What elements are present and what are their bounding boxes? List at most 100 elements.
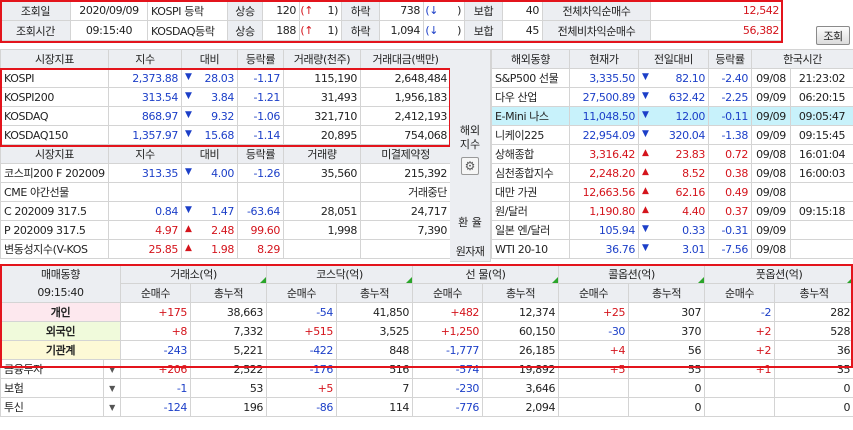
- overseas-time: [789, 239, 853, 259]
- down-arrow-icon: ▼: [185, 109, 192, 120]
- overseas-price: 27,500.89: [569, 87, 639, 107]
- table-row[interactable]: 개인 +175 38,663 -54 41,850 +482 12,374 +25 307 -2 2…: [0, 302, 853, 322]
- index-name[interactable]: KOSPI: [0, 68, 109, 88]
- derivative-name[interactable]: 변동성지수(V-KOS: [0, 239, 109, 259]
- derivative-change: 1.47: [211, 204, 234, 218]
- overseas-name[interactable]: S&P500 선물: [491, 68, 570, 88]
- overseas-time: 21:23:02: [789, 68, 853, 88]
- trend-group-row: 매매동향 09:15:40 거래소(억) 코스닥(억) 선 물(억) 콜옵션(억)…: [0, 264, 853, 303]
- overseas-change-rate: -1.38: [708, 125, 752, 145]
- commodity-tab[interactable]: 원자재: [450, 243, 490, 259]
- overseas-name[interactable]: WTI 20-10: [491, 239, 570, 259]
- overseas-name[interactable]: 니케이225: [491, 125, 570, 145]
- group-put-options[interactable]: 풋옵션(억): [704, 264, 853, 284]
- investor-name[interactable]: 기관계: [0, 340, 121, 360]
- table-row[interactable]: 기관계 -243 5,221 -422 848 -1,777 26,185 +4 56 +2 36: [0, 340, 853, 360]
- table-row[interactable]: KOSDAQ 868.97 ▼ 9.32 -1.06 321,710 2,412,193: [0, 106, 451, 126]
- chevron-down-icon[interactable]: ▼: [103, 359, 121, 379]
- cumulative-value: 36: [774, 340, 853, 360]
- group-kosdaq[interactable]: 코스닥(억): [266, 264, 414, 284]
- table-row[interactable]: 일본 엔/달러 105.94 ▼ 0.33 -0.31 09/09: [491, 220, 853, 240]
- table-row[interactable]: KOSPI 2,373.88 ▼ 28.03 -1.17 115,190 2,648,484: [0, 68, 451, 88]
- table-row[interactable]: 원/달러 1,190.80 ▲ 4.40 0.37 09/09 09:15:18: [491, 201, 853, 221]
- investor-name[interactable]: 보험: [0, 378, 104, 398]
- overseas-time: 09:15:18: [789, 201, 853, 221]
- summary-row-kospi: 조회일 2020/09/09 KOSPI 등락 상승 120 (↑ 1) 하락 …: [0, 0, 783, 21]
- non-arbitrage-net-label: 전체비차익순매수: [542, 20, 651, 41]
- derivative-change: 2.48: [211, 223, 234, 237]
- net-buy-value: [704, 397, 776, 417]
- query-date-value[interactable]: 2020/09/09: [70, 0, 148, 21]
- net-buy-value: -2: [704, 302, 776, 322]
- index-value: 868.97: [108, 106, 182, 126]
- derivative-name[interactable]: CME 야간선물: [0, 182, 109, 202]
- overseas-name[interactable]: 대만 가권: [491, 182, 570, 202]
- group-call-options[interactable]: 콜옵션(억): [558, 264, 706, 284]
- overseas-index-tab[interactable]: 해외 지수: [450, 124, 490, 152]
- table-row[interactable]: KOSDAQ150 1,357.97 ▼ 15.68 -1.14 20,895 754,06…: [0, 125, 451, 145]
- investor-name[interactable]: 개인: [0, 302, 121, 322]
- overseas-name[interactable]: 일본 엔/달러: [491, 220, 570, 240]
- net-buy-value: -1,777: [412, 340, 484, 360]
- table-row[interactable]: S&P500 선물 3,335.50 ▼ 82.10 -2.40 09/08 21:23:0…: [491, 68, 853, 88]
- table-row[interactable]: 니케이225 22,954.09 ▼ 320.04 -1.38 09/09 09:15:45: [491, 125, 853, 145]
- table-row[interactable]: E-Mini 나스 11,048.50 ▼ 12.00 -0.11 09/09 09:05:…: [491, 106, 853, 126]
- group-futures[interactable]: 선 물(억): [412, 264, 560, 284]
- kosdaq-breadth-label: KOSDAQ등락: [147, 20, 228, 41]
- derivative-change-cell: ▲ 1.98: [181, 239, 238, 259]
- table-row[interactable]: 대만 가권 12,663.56 ▲ 62.16 0.49 09/08: [491, 182, 853, 202]
- table-row[interactable]: WTI 20-10 36.76 ▼ 3.01 -7.56 09/08: [491, 239, 853, 259]
- index-name[interactable]: KOSDAQ150: [0, 125, 109, 145]
- arbitrage-net-value: 12,542: [650, 0, 783, 21]
- derivative-name[interactable]: 코스피200 F 202009: [0, 163, 109, 183]
- table-row[interactable]: 다우 산업 27,500.89 ▼ 632.42 -2.25 09/09 06:20:15: [491, 87, 853, 107]
- overseas-name[interactable]: 심천종합지수: [491, 163, 570, 183]
- overseas-change-cell: ▲ 8.52: [638, 163, 709, 183]
- overseas-name[interactable]: 상해종합: [491, 144, 570, 164]
- group-kospi-exchange[interactable]: 거래소(억): [119, 264, 268, 284]
- chevron-down-icon[interactable]: ▼: [103, 378, 121, 398]
- table-row[interactable]: 심천종합지수 2,248.20 ▲ 8.52 0.38 09/08 16:00:03: [491, 163, 853, 183]
- table-row[interactable]: 외국인 +8 7,332 +515 3,525 +1,250 60,150 -30 370 +2 5…: [0, 321, 853, 341]
- table-row[interactable]: 코스피200 F 202009 313.35 ▼ 4.00 -1.26 35,560 215…: [0, 163, 451, 183]
- trading-trend-table: 매매동향 09:15:40 거래소(억) 코스닥(억) 선 물(억) 콜옵션(억)…: [0, 264, 853, 417]
- cumulative-value: 53: [189, 378, 268, 398]
- derivative-name[interactable]: C 202009 317.5: [0, 201, 109, 221]
- investor-name[interactable]: 투신: [0, 397, 104, 417]
- derivative-change-rate: [237, 182, 284, 202]
- overseas-change-rate: 0.49: [708, 182, 752, 202]
- overseas-time: 09:05:47: [789, 106, 853, 126]
- overseas-name[interactable]: 다우 산업: [491, 87, 570, 107]
- derivative-change: 4.00: [211, 166, 234, 180]
- kosdaq-advance-count: 188: [262, 20, 300, 41]
- gear-icon[interactable]: ⚙: [461, 157, 479, 175]
- derivative-name[interactable]: P 202009 317.5: [0, 220, 109, 240]
- net-buy-value: -30: [558, 321, 630, 341]
- query-time-value[interactable]: 09:15:40: [70, 20, 148, 41]
- index-name[interactable]: KOSPI200: [0, 87, 109, 107]
- investor-name[interactable]: 금융투자: [0, 359, 104, 379]
- index-name[interactable]: KOSDAQ: [0, 106, 109, 126]
- overseas-side-panel: 해외 지수 ⚙ 환 율 원자재: [450, 49, 491, 262]
- table-row[interactable]: 보험 ▼ -1 53 +5 7 -230 3,646 0 0: [0, 378, 853, 398]
- col-cumulative: 총누적: [189, 283, 268, 303]
- table-row[interactable]: P 202009 317.5 4.97 ▲ 2.48 99.60 1,998 7,390: [0, 220, 451, 240]
- overseas-name[interactable]: E-Mini 나스: [491, 106, 570, 126]
- refresh-button[interactable]: 조회: [816, 26, 850, 45]
- table-row[interactable]: 변동성지수(V-KOS 25.85 ▲ 1.98 8.29: [0, 239, 451, 259]
- net-buy-value: +4: [558, 340, 630, 360]
- table-row[interactable]: KOSPI200 313.54 ▼ 3.84 -1.21 31,493 1,956,183: [0, 87, 451, 107]
- chevron-down-icon[interactable]: ▼: [103, 397, 121, 417]
- exchange-rate-tab[interactable]: 환 율: [450, 214, 490, 230]
- table-row[interactable]: 금융투자 ▼ +206 2,522 -176 516 -574 19,892 +5 55 +1 35: [0, 359, 853, 379]
- table-row[interactable]: 투신 ▼ -124 196 -86 114 -776 2,094 0 0: [0, 397, 853, 417]
- table-row[interactable]: C 202009 317.5 0.84 ▼ 1.47 -63.64 28,051 24,71…: [0, 201, 451, 221]
- investor-name[interactable]: 외국인: [0, 321, 121, 341]
- index-volume: 115,190: [283, 68, 361, 88]
- table-row[interactable]: 상해종합 3,316.42 ▲ 23.83 0.72 09/08 16:01:04: [491, 144, 853, 164]
- table-row[interactable]: CME 야간선물 거래중단: [0, 182, 451, 202]
- overseas-name[interactable]: 원/달러: [491, 201, 570, 221]
- index-trade-value: 754,068: [360, 125, 451, 145]
- down-arrow-icon: ▼: [185, 71, 192, 82]
- overseas-time: 06:20:15: [789, 87, 853, 107]
